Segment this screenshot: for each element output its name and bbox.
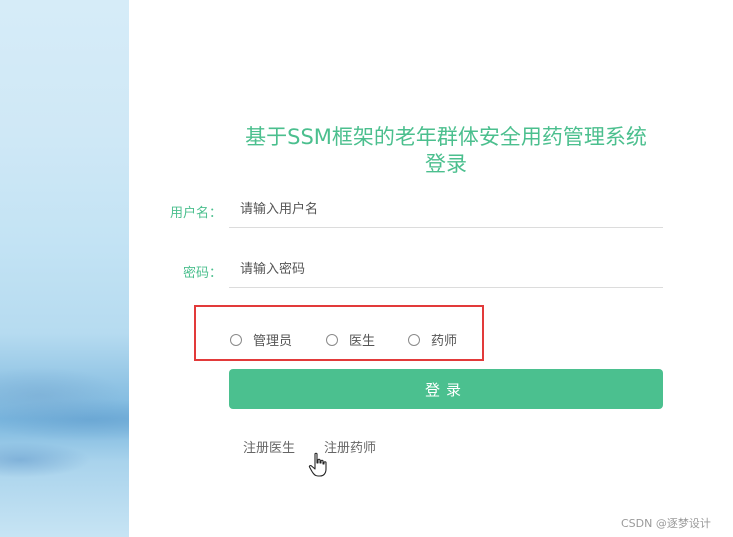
system-title: 基于SSM框架的老年群体安全用药管理系统: [245, 125, 647, 149]
role-radio-pharmacist[interactable]: 药师: [408, 330, 457, 349]
hand-pointer-icon: [308, 452, 327, 477]
login-page: 基于SSM框架的老年群体安全用药管理系统 登录 用户名： 密码： 管理员 医生 …: [0, 0, 733, 537]
password-label: 密码：: [182, 266, 222, 281]
register-doctor-link[interactable]: 注册医生: [243, 437, 295, 456]
watermark-text: CSDN @逐梦设计: [621, 517, 711, 530]
register-pharmacist-link[interactable]: 注册药师: [324, 437, 376, 456]
page-title: 基于SSM框架的老年群体安全用药管理系统 登录: [200, 124, 692, 178]
radio-circle-icon[interactable]: [408, 333, 420, 346]
landscape-background-image: [0, 0, 129, 537]
role-label-doctor: 医生: [349, 334, 376, 349]
login-button[interactable]: 登录: [229, 369, 663, 409]
radio-circle-icon[interactable]: [326, 333, 338, 346]
password-input[interactable]: [229, 252, 663, 288]
role-radio-doctor[interactable]: 医生: [326, 330, 375, 349]
username-input[interactable]: [229, 192, 663, 228]
login-heading: 登录: [425, 152, 467, 176]
radio-circle-icon[interactable]: [230, 333, 242, 346]
role-label-pharmacist: 药师: [431, 334, 458, 349]
username-label: 用户名：: [169, 206, 222, 221]
role-label-admin: 管理员: [253, 334, 293, 349]
role-radio-admin[interactable]: 管理员: [230, 330, 292, 349]
